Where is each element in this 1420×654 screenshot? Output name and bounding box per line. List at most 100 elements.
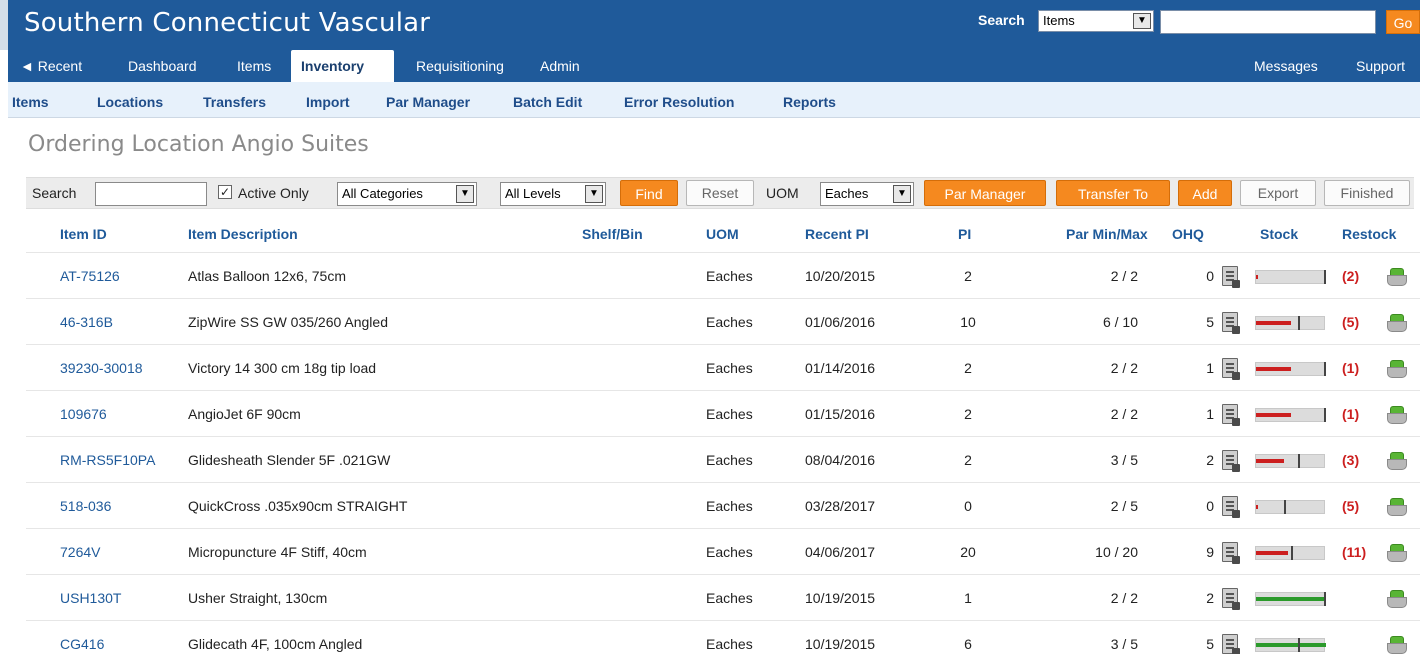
active-only-checkbox[interactable]: ✓: [218, 185, 232, 199]
item-detail-icon[interactable]: [1222, 588, 1240, 610]
pi-value: 2: [964, 452, 972, 468]
restock-basket-icon[interactable]: [1386, 635, 1408, 654]
item-detail-icon[interactable]: [1222, 266, 1240, 288]
nav-recent[interactable]: ◄ Recent: [10, 50, 92, 82]
subnav-reports[interactable]: Reports: [783, 82, 836, 118]
reset-button[interactable]: Reset: [686, 180, 754, 206]
stock-level-bar: [1255, 500, 1325, 514]
restock-basket-icon[interactable]: [1386, 405, 1408, 425]
subnav-items[interactable]: Items: [12, 82, 49, 118]
nav-dashboard[interactable]: Dashboard: [118, 50, 207, 82]
table-row[interactable]: RM-RS5F10PA Glidesheath Slender 5F .021GW…: [26, 436, 1420, 482]
restock-quantity: (1): [1342, 406, 1360, 422]
item-id-link[interactable]: 46-316B: [60, 314, 113, 330]
find-button[interactable]: Find: [620, 180, 678, 206]
par-min-marker: [1324, 270, 1326, 284]
category-select[interactable]: All Categories ▼: [337, 182, 477, 206]
restock-basket-icon[interactable]: [1386, 451, 1408, 471]
chevron-down-icon[interactable]: ▼: [893, 185, 911, 203]
go-button[interactable]: Go: [1386, 10, 1420, 34]
col-item-id[interactable]: Item ID: [60, 226, 107, 242]
item-id-link[interactable]: 109676: [60, 406, 107, 422]
restock-basket-icon[interactable]: [1386, 313, 1408, 333]
col-stock[interactable]: Stock: [1260, 226, 1298, 242]
nav-items[interactable]: Items: [227, 50, 281, 82]
item-detail-icon[interactable]: [1222, 358, 1240, 380]
subnav-batch-edit[interactable]: Batch Edit: [513, 82, 582, 118]
transfer-to-button[interactable]: Transfer To: [1056, 180, 1170, 206]
uom-select[interactable]: Eaches ▼: [820, 182, 914, 206]
subnav-error-resolution[interactable]: Error Resolution: [624, 82, 734, 118]
col-uom[interactable]: UOM: [706, 226, 739, 242]
stock-level-bar: [1255, 270, 1326, 284]
subnav-import[interactable]: Import: [306, 82, 350, 118]
subnav-transfers[interactable]: Transfers: [203, 82, 266, 118]
chevron-down-icon[interactable]: ▼: [585, 185, 603, 203]
item-description: Atlas Balloon 12x6, 75cm: [188, 268, 346, 284]
stock-level-bar: [1255, 638, 1326, 652]
par-min-max: 3 / 5: [1110, 636, 1138, 652]
export-button[interactable]: Export: [1240, 180, 1316, 206]
table-row[interactable]: AT-75126 Atlas Balloon 12x6, 75cm Eaches 10…: [26, 252, 1420, 298]
item-id-link[interactable]: AT-75126: [60, 268, 120, 284]
table-row[interactable]: 46-316B ZipWire SS GW 035/260 Angled Eache…: [26, 298, 1420, 344]
search-scope-select[interactable]: Items ▼: [1038, 10, 1154, 32]
table-row[interactable]: 518-036 QuickCross .035x90cm STRAIGHT Each…: [26, 482, 1420, 528]
restock-basket-icon[interactable]: [1386, 497, 1408, 517]
item-id-link[interactable]: USH130T: [60, 590, 121, 606]
table-row[interactable]: 7264V Micropuncture 4F Stiff, 40cm Eaches 0…: [26, 528, 1420, 574]
uom-cell: Eaches: [706, 314, 753, 330]
col-recent-pi[interactable]: Recent PI: [805, 226, 869, 242]
item-id-link[interactable]: 39230-30018: [60, 360, 143, 376]
item-detail-icon[interactable]: [1222, 496, 1240, 518]
item-search-input[interactable]: [95, 182, 207, 206]
col-item-description[interactable]: Item Description: [188, 226, 298, 242]
item-description: Glidesheath Slender 5F .021GW: [188, 452, 391, 468]
nav-inventory[interactable]: Inventory: [291, 50, 394, 82]
item-description: AngioJet 6F 90cm: [188, 406, 301, 422]
recent-pi: 01/14/2016: [805, 360, 876, 376]
finished-button[interactable]: Finished: [1324, 180, 1410, 206]
table-row[interactable]: 109676 AngioJet 6F 90cm Eaches 01/15/2016 2 2…: [26, 390, 1420, 436]
table-row[interactable]: CG416 Glidecath 4F, 100cm Angled Eaches 10/…: [26, 620, 1420, 654]
col-restock[interactable]: Restock: [1342, 226, 1396, 242]
pi-value: 2: [964, 268, 972, 284]
table-header: Item ID Item Description Shelf/Bin UOM R…: [26, 214, 1420, 252]
table-row[interactable]: USH130T Usher Straight, 130cm Eaches 10/19/…: [26, 574, 1420, 620]
item-id-link[interactable]: 7264V: [60, 544, 100, 560]
subnav-par-manager[interactable]: Par Manager: [386, 82, 470, 118]
item-detail-icon[interactable]: [1222, 312, 1240, 334]
chevron-down-icon[interactable]: ▼: [1133, 13, 1151, 29]
restock-quantity: (5): [1342, 314, 1360, 330]
item-detail-icon[interactable]: [1222, 450, 1240, 472]
restock-basket-icon[interactable]: [1386, 359, 1408, 379]
nav-support[interactable]: Support: [1346, 50, 1415, 82]
nav-messages[interactable]: Messages: [1244, 50, 1328, 82]
nav-requisitioning[interactable]: Requisitioning: [406, 50, 514, 82]
pi-value: 20: [960, 544, 976, 560]
item-detail-icon[interactable]: [1222, 542, 1240, 564]
item-id-link[interactable]: RM-RS5F10PA: [60, 452, 155, 468]
col-par-min-max[interactable]: Par Min/Max: [1066, 226, 1148, 242]
item-id-link[interactable]: CG416: [60, 636, 104, 652]
item-id-link[interactable]: 518-036: [60, 498, 111, 514]
table-row[interactable]: 39230-30018 Victory 14 300 cm 18g tip loa…: [26, 344, 1420, 390]
item-detail-icon[interactable]: [1222, 634, 1240, 654]
restock-basket-icon[interactable]: [1386, 589, 1408, 609]
restock-basket-icon[interactable]: [1386, 543, 1408, 563]
col-pi[interactable]: PI: [958, 226, 971, 242]
par-manager-button[interactable]: Par Manager: [924, 180, 1046, 206]
col-shelf-bin[interactable]: Shelf/Bin: [582, 226, 643, 242]
subnav-locations[interactable]: Locations: [97, 82, 163, 118]
uom-cell: Eaches: [706, 636, 753, 652]
uom-value: Eaches: [825, 186, 869, 201]
restock-basket-icon[interactable]: [1386, 267, 1408, 287]
add-button[interactable]: Add: [1178, 180, 1232, 206]
item-detail-icon[interactable]: [1222, 404, 1240, 426]
level-select[interactable]: All Levels ▼: [500, 182, 606, 206]
recent-pi: 10/19/2015: [805, 590, 876, 606]
global-search-input[interactable]: [1160, 10, 1376, 34]
chevron-down-icon[interactable]: ▼: [456, 185, 474, 203]
nav-admin[interactable]: Admin: [530, 50, 590, 82]
col-ohq[interactable]: OHQ: [1172, 226, 1204, 242]
